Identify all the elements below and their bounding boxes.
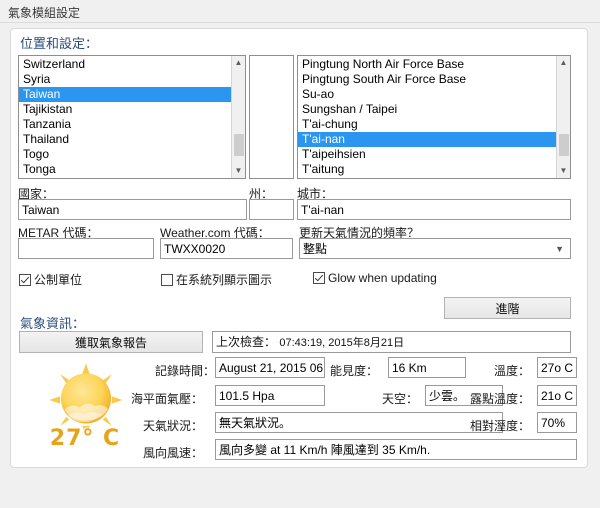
state-input[interactable] [249, 199, 294, 220]
conditions-label: 天氣狀況： [143, 419, 204, 433]
wind-label: 風向風速： [143, 446, 204, 460]
country-list-scrollbar[interactable]: ▲ ▼ [231, 56, 245, 178]
sky-label: 天空： [382, 392, 419, 406]
scroll-up-arrow-icon[interactable]: ▲ [232, 56, 245, 70]
scrollbar-thumb[interactable] [234, 134, 244, 156]
list-item[interactable]: Tonga [19, 162, 231, 177]
chevron-down-icon[interactable]: ▼ [555, 239, 564, 258]
dewpoint-label: 露點溫度： [470, 392, 531, 406]
country-listbox[interactable]: Switzerland Syria Taiwan Tajikistan Tanz… [18, 55, 246, 179]
scrollbar-thumb[interactable] [559, 134, 569, 156]
temperature-label: 溫度： [494, 364, 531, 378]
metric-units-checkbox[interactable]: 公制單位 [19, 271, 82, 288]
wind-value: 風向多變 at 11 Km/h 陣風達到 35 Km/h. [215, 439, 577, 460]
country-input[interactable]: Taiwan [18, 199, 247, 220]
list-item[interactable]: T'ao-yuan [298, 177, 556, 178]
record-time-value: August 21, 2015 06:51 [215, 357, 325, 378]
state-listbox[interactable] [249, 55, 294, 179]
conditions-value: 無天氣狀況。 [215, 412, 503, 433]
list-item[interactable]: T'aitung [298, 162, 556, 177]
scroll-down-arrow-icon[interactable]: ▼ [557, 164, 570, 178]
visibility-label: 能見度： [330, 364, 379, 378]
tray-icon-checkbox[interactable]: 在系統列顯示圖示 [161, 271, 272, 288]
window-title: 氣象模組設定 [8, 6, 81, 20]
checkbox-indicator[interactable] [313, 272, 325, 284]
checkbox-indicator[interactable] [161, 273, 173, 286]
country-listbox-items: Switzerland Syria Taiwan Tajikistan Tanz… [19, 57, 231, 178]
temperature-value: 27o C [537, 357, 577, 378]
list-item[interactable]: Switzerland [19, 57, 231, 72]
humidity-label: 相對溼度： [470, 419, 531, 433]
list-item[interactable]: Tanzania [19, 117, 231, 132]
scroll-up-arrow-icon[interactable]: ▲ [557, 56, 570, 70]
list-item[interactable]: Su-ao [298, 87, 556, 102]
metric-units-label: 公制單位 [34, 273, 83, 287]
record-time-label: 記錄時間： [155, 364, 216, 378]
glow-when-updating-checkbox[interactable]: Glow when updating [313, 271, 437, 285]
humidity-value: 70% [537, 412, 577, 433]
city-listbox-items: Pingtung North Air Force Base Pingtung S… [298, 57, 556, 178]
list-item[interactable]: Syria [19, 72, 231, 87]
checkbox-indicator[interactable] [19, 273, 31, 286]
last-check-label: 上次檢查： [216, 335, 277, 349]
update-frequency-value: 整點 [303, 242, 328, 256]
list-item[interactable]: Sungshan / Taipei [298, 102, 556, 117]
weather-icon-temperature: 27° C [49, 426, 121, 451]
city-list-scrollbar[interactable]: ▲ ▼ [556, 56, 570, 178]
weathercom-code-input[interactable]: TWXX0020 [160, 238, 293, 259]
city-input[interactable]: T'ai-nan [297, 199, 571, 220]
city-listbox[interactable]: Pingtung North Air Force Base Pingtung S… [297, 55, 571, 179]
state-listbox-items [250, 57, 279, 178]
weather-icon-area: 27° C [30, 358, 140, 463]
list-item[interactable]: Tajikistan [19, 102, 231, 117]
last-check-value: 07:43:19, 2015年8月21日 [279, 337, 405, 349]
last-check-field: 上次檢查： 07:43:19, 2015年8月21日 [212, 331, 571, 353]
list-item[interactable]: T'ai-chung [298, 117, 556, 132]
dewpoint-value: 21o C [537, 385, 577, 406]
list-item[interactable]: T'aipeihsien [298, 147, 556, 162]
pressure-value: 101.5 Hpa [215, 385, 325, 406]
list-item-selected[interactable]: T'ai-nan [298, 132, 556, 147]
title-bar: 氣象模組設定 [0, 0, 600, 23]
advanced-button[interactable]: 進階 [444, 297, 571, 319]
list-item[interactable]: Togo [19, 147, 231, 162]
location-section-title: 位置和設定： [20, 36, 99, 51]
weather-section-title: 氣象資訊： [20, 316, 86, 331]
tray-icon-label: 在系統列顯示圖示 [176, 273, 273, 287]
weather-module-settings-window: 氣象模組設定 位置和設定： Switzerland Syria Taiwan T… [0, 0, 600, 508]
list-item[interactable]: Pingtung South Air Force Base [298, 72, 556, 87]
list-item[interactable]: Pingtung North Air Force Base [298, 57, 556, 72]
metar-code-input[interactable] [18, 238, 154, 259]
visibility-value: 16 Km [388, 357, 466, 378]
update-frequency-select[interactable]: 整點 ▼ [299, 238, 571, 259]
glow-when-updating-label: Glow when updating [328, 271, 437, 285]
pressure-label: 海平面氣壓： [131, 392, 204, 406]
fetch-weather-report-button[interactable]: 獲取氣象報告 [19, 331, 203, 353]
list-item[interactable]: Trinidad and Tobago [19, 177, 231, 178]
list-item-selected[interactable]: Taiwan [19, 87, 231, 102]
list-item[interactable]: Thailand [19, 132, 231, 147]
scroll-down-arrow-icon[interactable]: ▼ [232, 164, 245, 178]
